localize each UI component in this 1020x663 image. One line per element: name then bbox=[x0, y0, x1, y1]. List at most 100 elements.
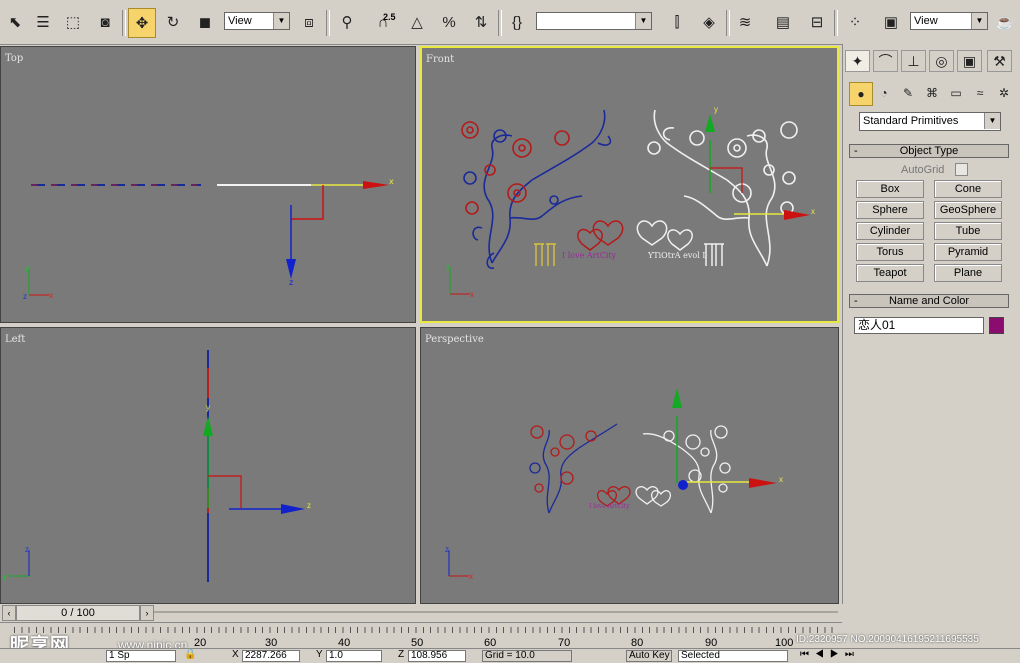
display-tab-icon[interactable]: ▣ bbox=[957, 50, 982, 72]
object-name-field[interactable]: 恋人01 bbox=[854, 317, 984, 334]
spinner-snap-icon[interactable]: ⇅ bbox=[468, 8, 494, 36]
watermark-id: ID:2320957 NO:20090416195211695535 bbox=[796, 634, 979, 645]
frame-counter[interactable]: 0 / 100 bbox=[16, 605, 140, 621]
motion-tab-icon[interactable]: ◎ bbox=[929, 50, 954, 72]
percent-snap-icon[interactable]: % bbox=[436, 8, 462, 36]
schematic-view-icon[interactable]: ⊟ bbox=[804, 8, 830, 36]
select-by-name-icon[interactable]: ☰ bbox=[30, 8, 56, 36]
autogrid-checkbox[interactable] bbox=[955, 163, 968, 176]
edit-named-selection-icon[interactable]: {} bbox=[504, 8, 530, 36]
chevron-down-icon: ▼ bbox=[273, 13, 289, 29]
cone-button[interactable]: Cone bbox=[934, 180, 1002, 198]
cameras-icon[interactable]: ⌘ bbox=[921, 82, 943, 104]
name-and-color-rollout[interactable]: - Name and Color bbox=[849, 294, 1009, 308]
lock-selection-icon[interactable]: 🔒 bbox=[184, 649, 196, 660]
white-flower-tree bbox=[635, 425, 731, 514]
toolbar-separator bbox=[726, 10, 730, 36]
select-object-icon[interactable]: ⬉ bbox=[2, 8, 28, 36]
slider-track[interactable] bbox=[154, 611, 838, 613]
axis-z-gizmo bbox=[678, 480, 688, 490]
box-button[interactable]: Box bbox=[856, 180, 924, 198]
space-warps-icon[interactable]: ≈ bbox=[969, 82, 991, 104]
transform-gizmo-plane bbox=[291, 185, 324, 220]
sphere-button[interactable]: Sphere bbox=[856, 201, 924, 219]
select-and-link-icon[interactable]: ⚲ bbox=[334, 8, 360, 36]
perspective-viewport-scene: I love ArtCity x z x bbox=[445, 388, 783, 581]
angle-snap-icon[interactable]: △ bbox=[404, 8, 430, 36]
curve-editor-icon[interactable]: ▤ bbox=[770, 8, 796, 36]
named-selection-dropdown[interactable]: ▼ bbox=[536, 12, 652, 30]
hierarchy-tab-icon[interactable]: ⊥ bbox=[901, 50, 926, 72]
object-type-rollout[interactable]: - Object Type bbox=[849, 144, 1009, 158]
axis-y-arrow bbox=[705, 114, 715, 132]
mirror-icon[interactable]: ⫿ bbox=[664, 8, 690, 36]
world-axis-x-label: x bbox=[470, 290, 474, 299]
frame-ticks bbox=[14, 627, 834, 633]
top-viewport-scene: x z y x z bbox=[23, 177, 394, 301]
viewport-perspective[interactable]: Perspective I love ArtCity x z x bbox=[420, 327, 839, 604]
lights-icon[interactable]: ✎ bbox=[897, 82, 919, 104]
chevron-down-icon: ▼ bbox=[984, 113, 1000, 129]
select-and-scale-icon[interactable]: ◼ bbox=[192, 8, 218, 36]
status-bar: 1 Sp 🔒 X 2287.266 Y 1.0 Z 108.956 Grid =… bbox=[0, 648, 1020, 663]
shapes-icon[interactable]: ◔ bbox=[873, 82, 895, 104]
window-crossing-icon[interactable]: ◙ bbox=[92, 8, 118, 36]
world-axis-z-label: z bbox=[23, 292, 27, 301]
rectangular-selection-icon[interactable]: ⬚ bbox=[60, 8, 86, 36]
y-coord-label: Y bbox=[316, 649, 323, 660]
plane-button[interactable]: Plane bbox=[934, 264, 1002, 282]
world-axis-x-label: x bbox=[469, 572, 473, 581]
teapot-button[interactable]: Teapot bbox=[856, 264, 924, 282]
slider-next-icon[interactable]: › bbox=[140, 605, 154, 621]
geosphere-button[interactable]: GeoSphere bbox=[934, 201, 1002, 219]
x-coord-label: X bbox=[232, 649, 239, 660]
torus-button[interactable]: Torus bbox=[856, 243, 924, 261]
tube-button[interactable]: Tube bbox=[934, 222, 1002, 240]
create-tab-icon[interactable]: ✦ bbox=[845, 50, 870, 72]
front-viewport-scene: I love ArtCity YTiOtrA evol I y x z x bbox=[446, 105, 815, 299]
y-coord-field[interactable]: 1.0 bbox=[326, 650, 382, 662]
systems-icon[interactable]: ✲ bbox=[993, 82, 1015, 104]
pyramid-button[interactable]: Pyramid bbox=[934, 243, 1002, 261]
world-axis-y-label: z bbox=[446, 263, 450, 272]
auto-key-button[interactable]: Auto Key bbox=[626, 650, 672, 662]
white-text-label: YTiOtrA evol I bbox=[647, 251, 705, 260]
grid-size-field: Grid = 10.0 bbox=[482, 650, 572, 662]
collapse-icon: - bbox=[854, 295, 858, 307]
viewport-front[interactable]: Front I love ArtCity YTiOtrA evol I y x … bbox=[420, 46, 839, 323]
viewport-top[interactable]: Top x z y x z bbox=[0, 46, 416, 323]
world-axis-z-label: z bbox=[445, 545, 449, 554]
z-coord-label: Z bbox=[398, 649, 405, 660]
axis-y-arrow bbox=[672, 388, 682, 408]
pivot-center-icon[interactable]: ⧈ bbox=[296, 8, 322, 36]
x-coord-field[interactable]: 2287.266 bbox=[242, 650, 300, 662]
utilities-tab-icon[interactable]: ⚒ bbox=[987, 50, 1012, 72]
render-scene-icon[interactable]: ▣ bbox=[878, 8, 904, 36]
render-type-dropdown[interactable]: View ▼ bbox=[910, 12, 988, 30]
world-axis-x-label: x bbox=[49, 291, 53, 300]
axis-y-label: y bbox=[206, 403, 210, 412]
layer-manager-icon[interactable]: ≋ bbox=[732, 8, 758, 36]
select-and-rotate-icon[interactable]: ↻ bbox=[160, 8, 186, 36]
axis-x-label: x bbox=[811, 207, 815, 216]
reference-coordinate-dropdown[interactable]: View ▼ bbox=[224, 12, 290, 30]
material-editor-icon[interactable]: ⁘ bbox=[842, 8, 868, 36]
cylinder-button[interactable]: Cylinder bbox=[856, 222, 924, 240]
helpers-icon[interactable]: ▭ bbox=[945, 82, 967, 104]
axis-z-label: z bbox=[289, 278, 293, 287]
object-color-swatch[interactable] bbox=[989, 317, 1004, 334]
align-icon[interactable]: ◈ bbox=[696, 8, 722, 36]
command-panel: ✦ ⌒ ⊥ ◎ ▣ ⚒ ● ◔ ✎ ⌘ ▭ ≈ ✲ Standard Primi… bbox=[842, 44, 1020, 604]
quick-render-teapot-icon[interactable]: ☕ bbox=[992, 8, 1018, 36]
world-axis-y-label: y bbox=[3, 572, 7, 581]
category-dropdown[interactable]: Standard Primitives ▼ bbox=[859, 112, 1001, 131]
world-axis-y-label: y bbox=[25, 264, 29, 273]
modify-tab-icon[interactable]: ⌒ bbox=[873, 50, 898, 72]
viewport-left[interactable]: Left y z z y bbox=[0, 327, 416, 604]
geometry-icon[interactable]: ● bbox=[849, 82, 873, 106]
select-and-move-icon[interactable]: ✥ bbox=[128, 8, 156, 38]
playback-controls[interactable]: ⏮◀▶⏭ bbox=[800, 649, 860, 660]
slider-prev-icon[interactable]: ‹ bbox=[2, 605, 16, 621]
z-coord-field[interactable]: 108.956 bbox=[408, 650, 466, 662]
key-filter-dropdown[interactable]: Selected bbox=[678, 650, 788, 662]
